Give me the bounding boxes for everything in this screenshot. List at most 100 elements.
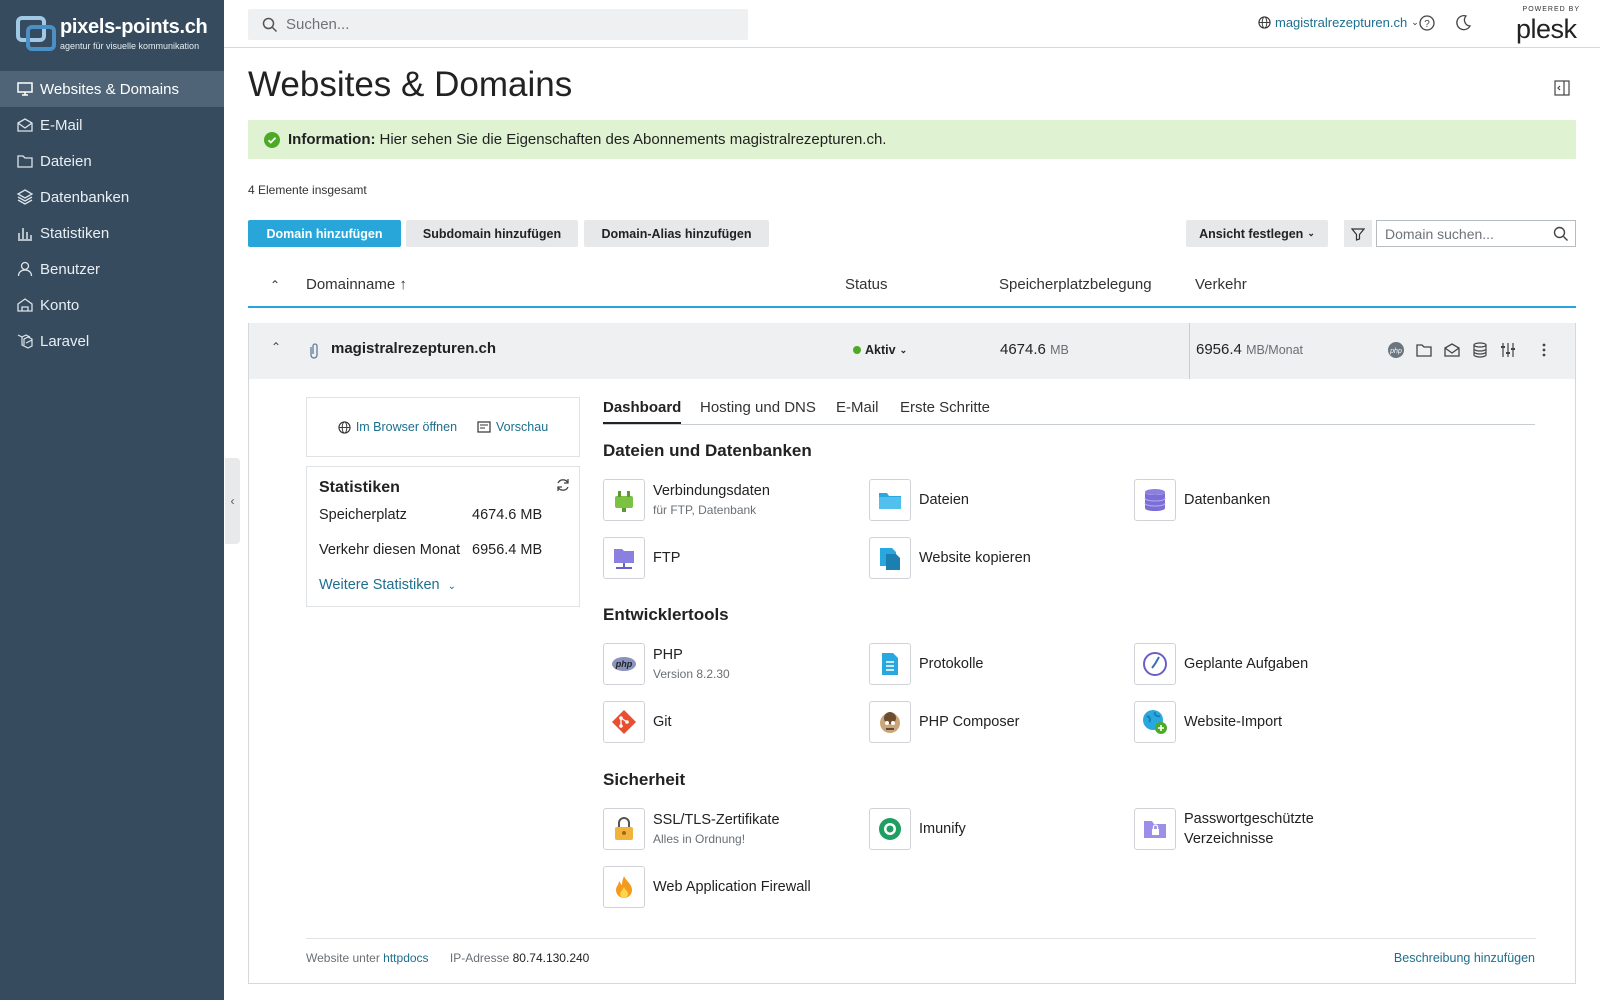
- tab-dashboard[interactable]: Dashboard: [603, 399, 682, 424]
- sidebar-item-label: Dateien: [40, 152, 92, 170]
- preview-label: Vorschau: [496, 420, 549, 434]
- tool-subtitle: Version 8.2.30: [653, 667, 730, 681]
- sidebar-nav: Websites & Domains E-Mail Dateien Datenb…: [0, 71, 224, 359]
- add-domain-button[interactable]: Domain hinzufügen: [248, 220, 401, 247]
- search-icon[interactable]: [1553, 226, 1569, 242]
- account-icon: [17, 298, 33, 312]
- view-settings-button[interactable]: Ansicht festlegen ⌄: [1186, 220, 1328, 247]
- preview-link[interactable]: Vorschau: [477, 420, 548, 434]
- domain-switcher-label: magistralrezepturen.ch: [1275, 15, 1408, 30]
- open-in-browser-link[interactable]: Im Browser öffnen: [338, 420, 457, 434]
- tab-getting-started[interactable]: Erste Schritte: [900, 399, 990, 422]
- check-circle-icon: [264, 131, 280, 148]
- column-divider: [1189, 323, 1190, 379]
- domain-switcher[interactable]: magistralrezepturen.ch ⌄: [1258, 15, 1419, 30]
- column-domain-name[interactable]: Domainname ↑: [306, 276, 407, 293]
- sidebar-item-account[interactable]: Konto: [0, 287, 224, 323]
- help-icon[interactable]: ?: [1418, 14, 1436, 32]
- tool-name: Web Application Firewall: [653, 879, 811, 895]
- stats-traffic-label: Verkehr diesen Monat: [319, 542, 461, 558]
- brand-title: pixels-points.ch: [60, 16, 208, 38]
- chevron-down-icon: ⌄: [899, 344, 908, 355]
- composer-icon: [880, 712, 900, 733]
- tool-subtitle: Alles in Ordnung!: [653, 832, 746, 846]
- sidebar-item-email[interactable]: E-Mail: [0, 107, 224, 143]
- locked-folder-icon: [1144, 821, 1166, 838]
- sidebar-item-laravel[interactable]: Laravel: [0, 323, 224, 359]
- tool-databases[interactable]: Datenbanken: [1134, 479, 1270, 521]
- statistics-title: Statistiken: [319, 479, 400, 496]
- panel-tabs: Dashboard Hosting und DNS E-Mail Erste S…: [603, 399, 1535, 425]
- add-description-link[interactable]: Beschreibung hinzufügen: [1394, 951, 1535, 965]
- website-dir-link[interactable]: httpdocs: [383, 951, 428, 965]
- plug-icon: [615, 491, 633, 512]
- domain-search-input[interactable]: [1385, 225, 1545, 242]
- tool-website-copy[interactable]: Website kopieren: [869, 537, 1031, 579]
- tool-web-application-firewall[interactable]: Web Application Firewall: [603, 866, 811, 908]
- sidebar-collapse-handle[interactable]: ‹: [225, 458, 240, 544]
- traffic-usage: 6956.4 MB/Monat: [1196, 341, 1303, 358]
- settings-sliders-icon[interactable]: [1499, 341, 1517, 359]
- collapse-all-icon[interactable]: ⌃: [270, 278, 280, 292]
- status-dropdown[interactable]: Aktiv ⌄: [853, 343, 907, 357]
- tool-scheduled-tasks[interactable]: Geplante Aufgaben: [1134, 643, 1308, 685]
- tool-connection-info[interactable]: Verbindungsdaten für FTP, Datenbank: [603, 479, 770, 521]
- sidebar-item-files[interactable]: Dateien: [0, 143, 224, 179]
- table-header: ⌃ Domainname ↑ Status Speicherplatzbeleg…: [248, 270, 1576, 308]
- disk-usage-unit: MB: [1050, 343, 1069, 357]
- tool-ssl-certificates[interactable]: SSL/TLS-Zertifikate Alles in Ordnung!: [603, 808, 780, 850]
- tool-ftp[interactable]: FTP: [603, 537, 680, 579]
- tool-name: Passwortgeschützte Verzeichnisse: [1184, 811, 1314, 847]
- monitor-icon: [17, 82, 33, 96]
- mail-icon[interactable]: [1443, 341, 1461, 359]
- tool-imunify[interactable]: Imunify: [869, 808, 966, 850]
- search-input[interactable]: [286, 16, 686, 33]
- chevron-up-icon[interactable]: ⌃: [271, 340, 281, 354]
- tab-hosting-dns[interactable]: Hosting und DNS: [700, 399, 816, 422]
- sidebar-item-label: E-Mail: [40, 116, 83, 134]
- tool-name: PHP Composer: [919, 714, 1020, 730]
- panel-footer: Website unter httpdocs IP-Adresse 80.74.…: [306, 951, 589, 965]
- database-icon: [1144, 489, 1166, 511]
- tool-name: Imunify: [919, 821, 966, 837]
- column-disk-usage[interactable]: Speicherplatzbelegung: [999, 276, 1152, 293]
- folder-icon[interactable]: [1415, 341, 1433, 359]
- paperclip-icon: [310, 343, 318, 359]
- moon-icon[interactable]: [1454, 14, 1472, 32]
- chevron-down-icon: ⌄: [1307, 228, 1315, 238]
- sidebar-item-users[interactable]: Benutzer: [0, 251, 224, 287]
- tool-git[interactable]: Git: [603, 701, 672, 743]
- tool-protected-directories[interactable]: Passwortgeschützte Verzeichnisse: [1134, 808, 1334, 850]
- sidebar-item-websites-domains[interactable]: Websites & Domains: [0, 71, 224, 107]
- more-statistics-link[interactable]: Weitere Statistiken ⌄: [319, 577, 456, 593]
- filter-button[interactable]: [1344, 220, 1372, 247]
- tab-email[interactable]: E-Mail: [836, 399, 879, 422]
- brand-logo[interactable]: pixels-points.ch agentur für visuelle ko…: [16, 14, 216, 56]
- brand-mark-icon: [16, 16, 56, 51]
- tool-logs[interactable]: Protokolle: [869, 643, 983, 685]
- column-traffic[interactable]: Verkehr: [1195, 276, 1247, 293]
- refresh-icon[interactable]: [555, 477, 571, 493]
- tool-files[interactable]: Dateien: [869, 479, 969, 521]
- more-vertical-icon[interactable]: [1535, 341, 1553, 359]
- footer-divider: [306, 938, 1536, 939]
- tool-php-composer[interactable]: PHP Composer: [869, 701, 1019, 743]
- bar-chart-icon: [18, 228, 32, 241]
- ssl-lock-icon: [615, 817, 633, 840]
- add-domain-alias-button[interactable]: Domain-Alias hinzufügen: [584, 220, 769, 247]
- column-status[interactable]: Status: [845, 276, 888, 293]
- domain-name-link[interactable]: magistralrezepturen.ch: [331, 340, 496, 357]
- panel-toggle-icon[interactable]: [1554, 80, 1570, 96]
- traffic-value: 6956.4: [1196, 341, 1242, 358]
- sidebar-item-label: Konto: [40, 296, 80, 314]
- tool-php[interactable]: php PHP Version 8.2.30: [603, 643, 730, 685]
- tool-website-import[interactable]: Website-Import: [1134, 701, 1282, 743]
- php-icon[interactable]: php: [1387, 341, 1405, 359]
- add-subdomain-button[interactable]: Subdomain hinzufügen: [406, 220, 578, 247]
- ip-label: IP-Adresse: [449, 951, 510, 965]
- folder-icon: [879, 493, 901, 509]
- sidebar-item-statistics[interactable]: Statistiken: [0, 215, 224, 251]
- disk-usage: 4674.6 MB: [1000, 341, 1069, 358]
- sidebar-item-databases[interactable]: Datenbanken: [0, 179, 224, 215]
- database-icon[interactable]: [1471, 341, 1489, 359]
